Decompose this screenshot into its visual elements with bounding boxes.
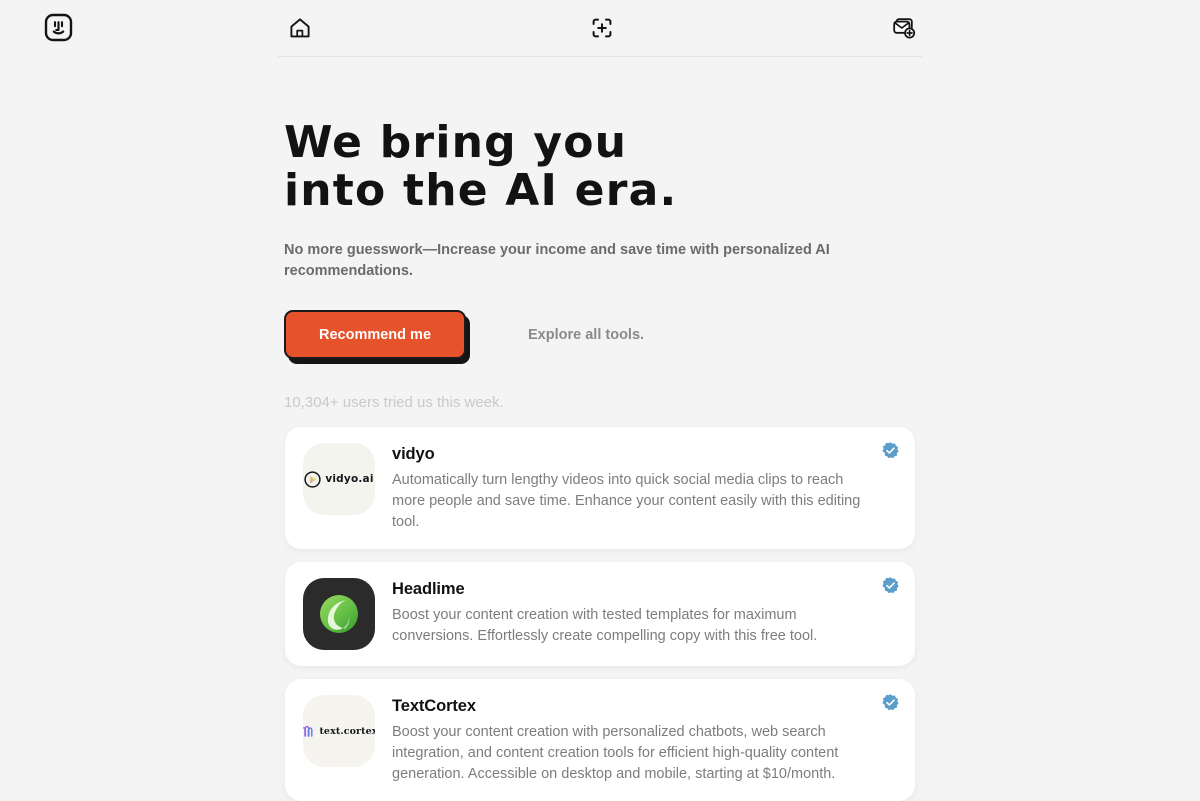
- card-description: Boost your content creation with tested …: [392, 607, 818, 644]
- verified-check-icon: [882, 577, 899, 594]
- card-description: Boost your content creation with persona…: [392, 724, 839, 782]
- nav-item-add[interactable]: [582, 8, 622, 48]
- nav-item-messages[interactable]: [884, 8, 924, 48]
- card-body: vidyo Automatically turn lengthy videos …: [392, 443, 897, 533]
- card-body: Headlime Boost your content creation wit…: [392, 578, 897, 650]
- page-title: We bring you into the AI era.: [284, 117, 678, 216]
- card-logo-text: text.cortex: [319, 725, 375, 737]
- brand-logo[interactable]: [44, 13, 73, 42]
- hero-section: We bring you into the AI era. No more gu…: [278, 57, 922, 411]
- top-bar: [0, 0, 1200, 57]
- card-body: TextCortex Boost your content creation w…: [392, 695, 897, 785]
- explore-all-tools-link[interactable]: Explore all tools.: [528, 327, 644, 343]
- recommend-me-button[interactable]: Recommend me: [284, 310, 467, 359]
- nav-item-home[interactable]: [280, 8, 320, 48]
- plus-square-icon: [592, 18, 612, 38]
- card-description: Automatically turn lengthy videos into q…: [392, 472, 861, 530]
- verified-check-icon: [882, 694, 899, 711]
- card-title: TextCortex: [392, 697, 476, 715]
- hero-subtitle: No more guesswork—Increase your income a…: [284, 242, 830, 279]
- card-logo: vidyo.ai: [303, 443, 375, 515]
- home-icon: [290, 18, 310, 38]
- page-content: We bring you into the AI era. No more gu…: [278, 57, 922, 801]
- verified-check-icon: [882, 442, 899, 459]
- card-title: vidyo: [392, 445, 435, 463]
- users-count-label: 10,304+ users tried us this week.: [284, 394, 504, 411]
- card-logo: [303, 578, 375, 650]
- list-item[interactable]: vidyo.ai vidyo Automatically turn length…: [285, 427, 915, 549]
- main-nav: [278, 0, 922, 57]
- finder-face-icon: [44, 13, 73, 42]
- cta-row: Recommend me Explore all tools.: [278, 310, 922, 359]
- card-title: Headlime: [392, 580, 465, 598]
- card-logo-text: vidyo.ai: [325, 473, 374, 485]
- textcortex-ridge-icon: text.cortex: [303, 725, 375, 738]
- mail-add-icon: [893, 18, 916, 39]
- card-logo: text.cortex: [303, 695, 375, 767]
- headlime-lime-icon: [320, 595, 358, 633]
- list-item[interactable]: Headlime Boost your content creation wit…: [285, 562, 915, 666]
- vidyo-play-icon: vidyo.ai: [304, 470, 374, 488]
- list-item[interactable]: text.cortex TextCortex Boost your conten…: [285, 679, 915, 801]
- tool-cards-list: vidyo.ai vidyo Automatically turn length…: [278, 427, 922, 801]
